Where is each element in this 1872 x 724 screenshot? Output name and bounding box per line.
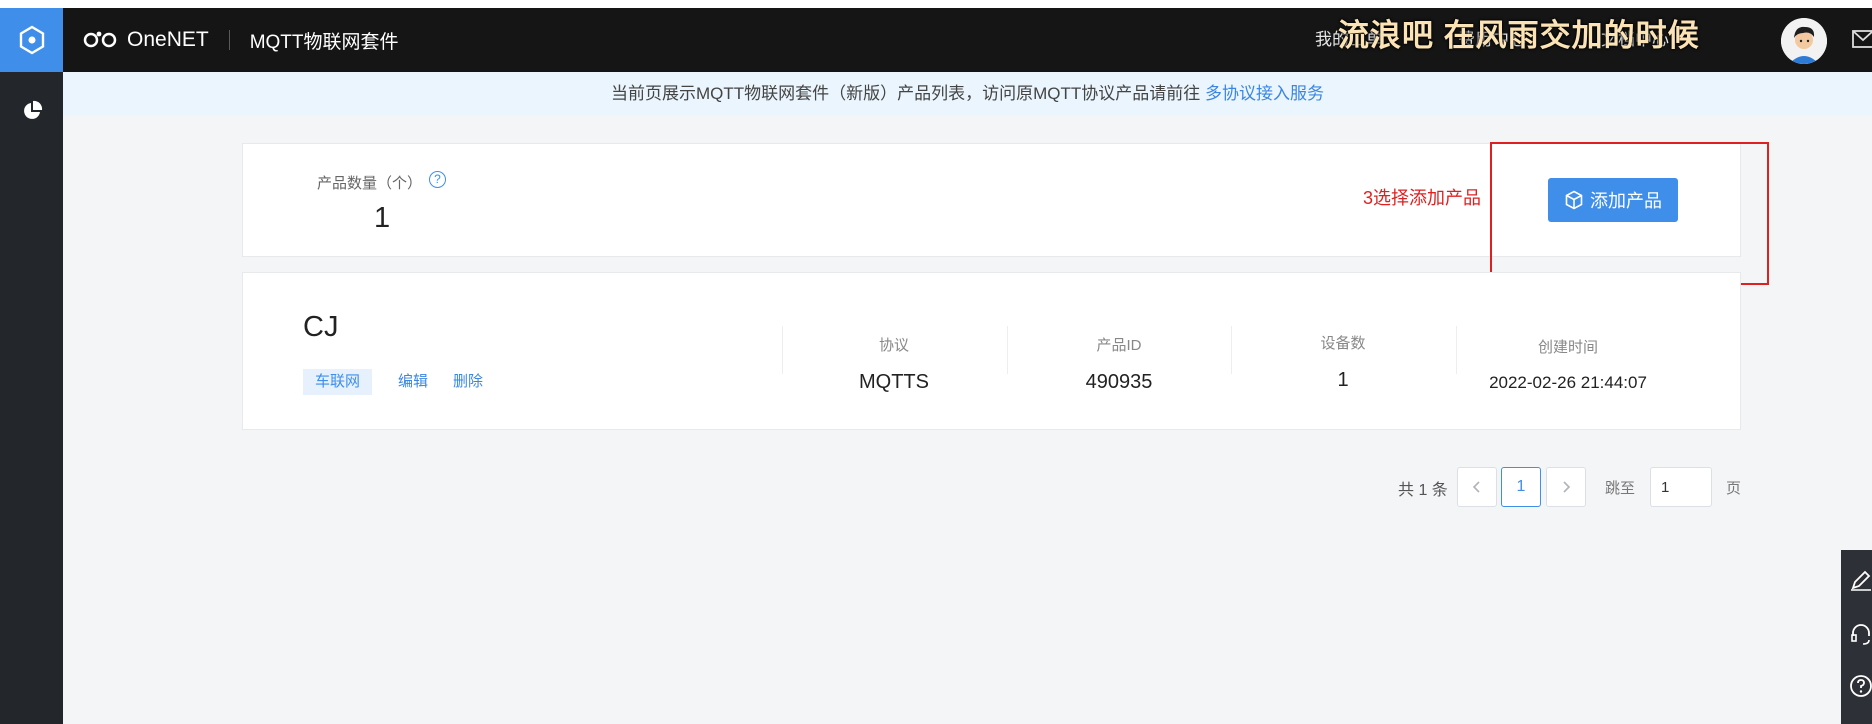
delete-product-link[interactable]: 删除: [453, 370, 483, 391]
headset-icon[interactable]: [1849, 622, 1872, 646]
product-name[interactable]: CJ: [303, 311, 338, 344]
avatar[interactable]: [1781, 18, 1827, 64]
add-product-button[interactable]: 添加产品: [1548, 178, 1678, 222]
jump-page-input[interactable]: [1650, 467, 1712, 507]
product-id-value: 490935: [1085, 371, 1153, 393]
device-count-column: 设备数 1: [1231, 326, 1455, 391]
suite-title[interactable]: MQTT物联网套件: [250, 27, 399, 54]
device-count-value: 1: [1337, 369, 1349, 391]
prev-page-button[interactable]: [1457, 467, 1497, 507]
floating-toolbar: [1841, 550, 1872, 724]
column-divider: [1007, 326, 1008, 374]
pagination-total: 共 1 条: [1398, 482, 1448, 499]
edit-icon[interactable]: [1849, 568, 1872, 592]
sidebar-item-overview[interactable]: [0, 86, 63, 136]
help-circle-icon[interactable]: [1849, 674, 1872, 698]
chevron-left-icon: [1472, 481, 1480, 493]
product-count-label: 产品数量（个）: [317, 175, 423, 192]
product-card[interactable]: CJ 车联网 编辑 删除 协议 MQTTS 产品ID 490935 设备数 1 …: [242, 272, 1741, 430]
mail-icon[interactable]: [1852, 30, 1872, 48]
product-id-column: 产品ID 490935: [1007, 326, 1231, 393]
app-root: OneNET MQTT物联网套件 我的工单 费用中心 文档中心 流浪吧 在风雨交…: [0, 8, 1872, 724]
column-divider: [782, 326, 783, 374]
page-suffix-label: 页: [1726, 480, 1742, 497]
protocol-column: 协议 MQTTS: [782, 326, 1006, 393]
add-product-label: 添加产品: [1590, 191, 1662, 211]
product-id-header: 产品ID: [1096, 337, 1142, 354]
brand-divider: [228, 30, 230, 50]
edit-product-link[interactable]: 编辑: [398, 370, 428, 391]
notice-bar: 当前页展示MQTT物联网套件（新版）产品列表，访问原MQTT协议产品请前往 多协…: [63, 72, 1872, 115]
user-avatar-icon: [1781, 18, 1827, 64]
column-divider: [1231, 326, 1232, 374]
video-overlay-caption: 流浪吧 在风雨交加的时候: [1338, 18, 1700, 53]
help-icon[interactable]: ?: [429, 171, 446, 188]
brand-name[interactable]: OneNET: [127, 28, 209, 52]
device-count-header: 设备数: [1320, 335, 1366, 352]
created-time-header: 创建时间: [1537, 339, 1598, 356]
cube-icon: [1565, 190, 1583, 210]
product-count-value: 1: [374, 202, 391, 234]
protocol-header: 协议: [878, 337, 909, 354]
brand: OneNET MQTT物联网套件: [83, 8, 399, 72]
next-page-button[interactable]: [1546, 467, 1586, 507]
protocol-value: MQTTS: [859, 371, 929, 393]
column-divider: [1456, 326, 1457, 374]
jump-to-label: 跳至: [1605, 480, 1636, 497]
created-time-column: 创建时间 2022-02-26 21:44:07: [1456, 326, 1680, 392]
multi-protocol-link[interactable]: 多协议接入服务: [1205, 84, 1324, 103]
chevron-right-icon: [1563, 481, 1571, 493]
page-button-current[interactable]: 1: [1501, 467, 1541, 507]
annotation-text: 3选择添加产品: [1363, 188, 1482, 208]
home-logo-button[interactable]: [0, 8, 63, 72]
left-sidebar: [0, 8, 63, 724]
onenet-hub-icon: [19, 25, 44, 55]
onenet-logo-icon[interactable]: [83, 30, 119, 50]
top-navbar: OneNET MQTT物联网套件 我的工单 费用中心 文档中心 流浪吧 在风雨交…: [63, 8, 1872, 72]
pie-chart-icon: [23, 100, 42, 119]
product-category-tag: 车联网: [303, 369, 373, 395]
notice-text: 当前页展示MQTT物联网套件（新版）产品列表，访问原MQTT协议产品请前往: [610, 84, 1201, 103]
created-time-value: 2022-02-26 21:44:07: [1489, 373, 1647, 392]
